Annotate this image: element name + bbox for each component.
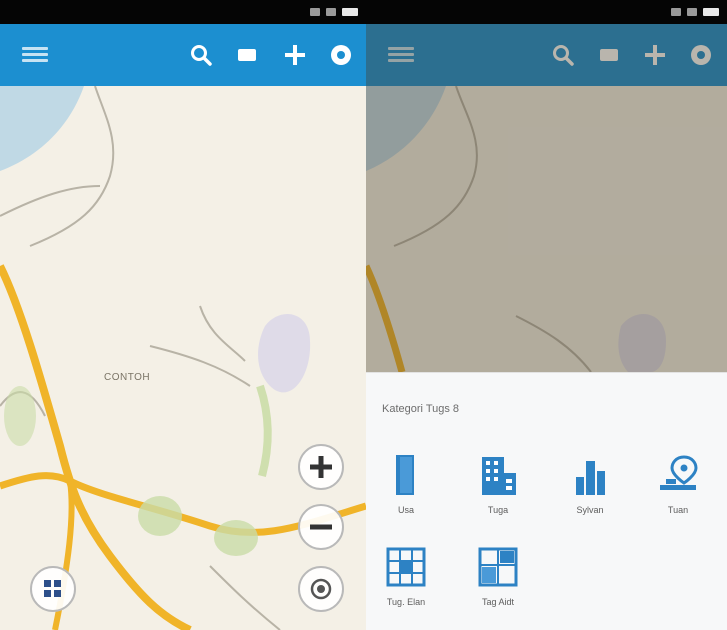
category-label: Tug. Elan <box>386 597 426 607</box>
category-item[interactable]: Tuga <box>458 451 538 515</box>
category-label: Tuan <box>667 505 689 515</box>
category-label: Tuga <box>487 505 509 515</box>
map-view[interactable] <box>0 86 366 630</box>
app-bar <box>0 24 366 86</box>
map-pin-icon <box>656 451 700 499</box>
locate-icon <box>310 578 332 600</box>
layers-icon[interactable] <box>234 42 260 68</box>
grid-map-icon <box>384 543 428 591</box>
category-label: Sylvan <box>576 505 604 515</box>
category-sheet: Kategori Tugs 8 Usa Tuga Sylvan Tuan Tug… <box>366 372 727 630</box>
city-icon <box>568 451 612 499</box>
wifi-icon <box>326 8 336 16</box>
category-item[interactable]: Tuan <box>638 451 718 515</box>
status-bar <box>0 0 366 24</box>
map-place-label: CONTOH <box>104 372 151 383</box>
battery-icon <box>703 8 719 16</box>
sheet-title: Kategori Tugs 8 <box>382 403 460 415</box>
floor-plan-icon <box>476 543 520 591</box>
zoom-in-button[interactable] <box>298 444 344 490</box>
zoom-out-button[interactable] <box>298 504 344 550</box>
right-phone-screen: Kategori Tugs 8 Usa Tuga Sylvan Tuan Tug… <box>366 0 727 630</box>
add-icon[interactable] <box>282 42 308 68</box>
category-item[interactable]: Usa <box>366 451 446 515</box>
settings-icon[interactable] <box>328 42 354 68</box>
dim-overlay[interactable] <box>366 24 727 372</box>
door-icon <box>384 451 428 499</box>
grid-button[interactable] <box>30 566 76 612</box>
category-label: Tag Aidt <box>481 597 515 607</box>
left-phone-screen: CONTOH <box>0 0 366 630</box>
locate-button[interactable] <box>298 566 344 612</box>
plus-icon <box>310 456 332 478</box>
battery-icon <box>342 8 358 16</box>
grid-icon <box>44 580 61 597</box>
category-item[interactable]: Tug. Elan <box>366 543 446 607</box>
category-item[interactable]: Sylvan <box>550 451 630 515</box>
signal-icon <box>310 8 320 16</box>
category-item[interactable]: Tag Aidt <box>458 543 538 607</box>
signal-icon <box>671 8 681 16</box>
wifi-icon <box>687 8 697 16</box>
search-icon[interactable] <box>188 42 214 68</box>
category-label: Usa <box>397 505 414 515</box>
minus-icon <box>310 524 332 530</box>
status-bar <box>366 0 727 24</box>
building-icon <box>476 451 520 499</box>
menu-icon[interactable] <box>22 44 48 66</box>
